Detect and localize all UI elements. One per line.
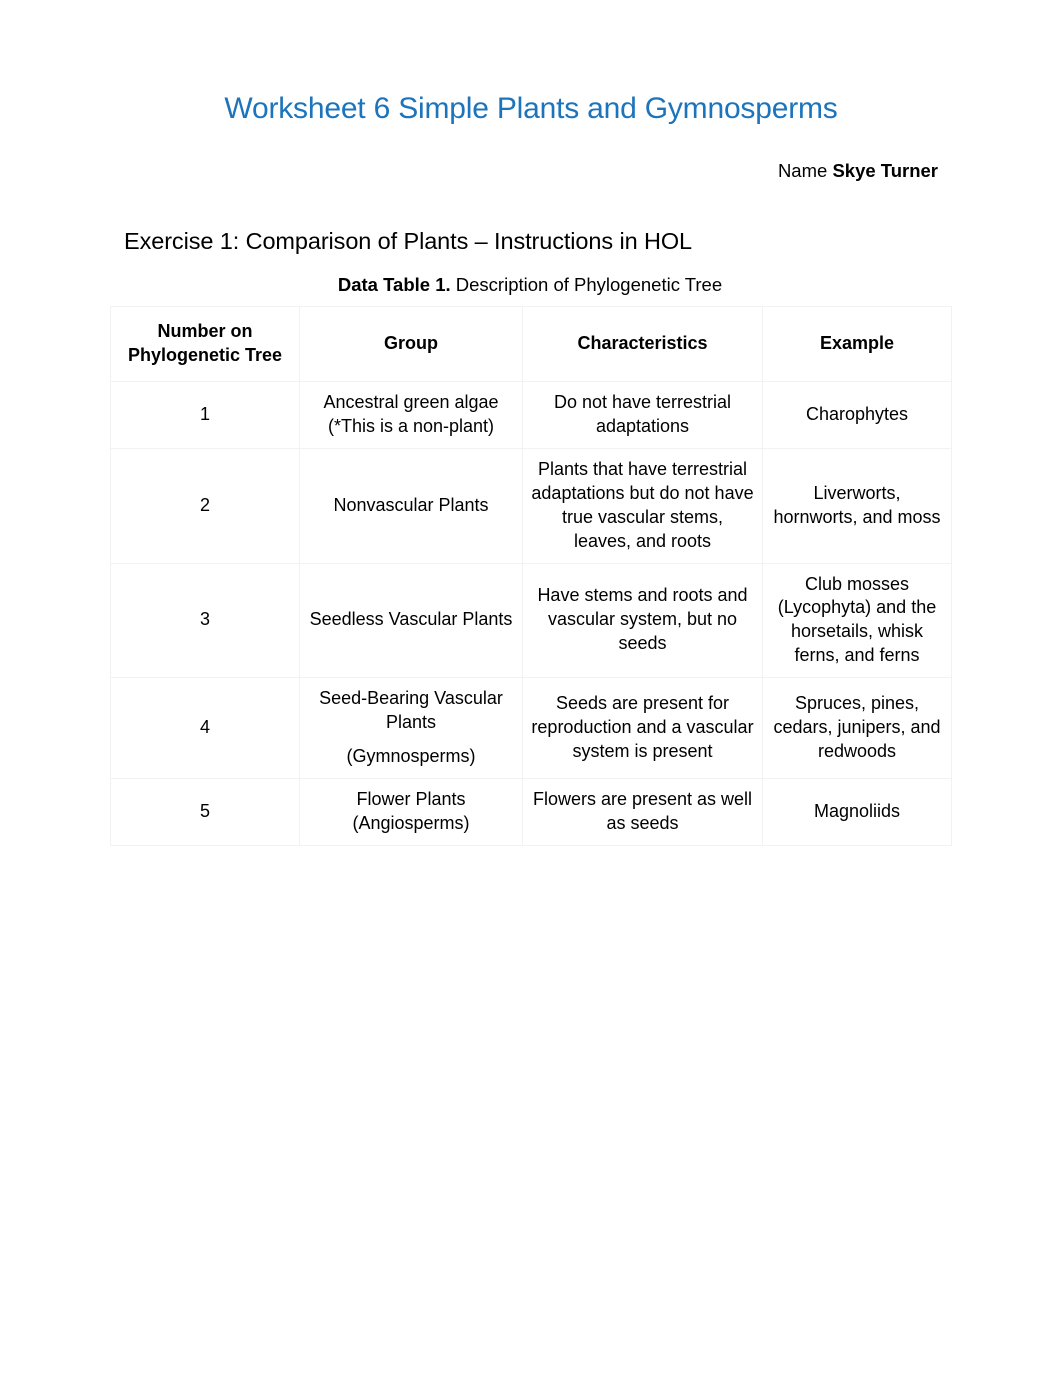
cell-number: 3 bbox=[110, 562, 300, 679]
cell-group-line1: Seed-Bearing Vascular Plants bbox=[319, 688, 503, 733]
cell-example: Club mosses (Lycophyta) and the horsetai… bbox=[762, 562, 952, 679]
table-row: 5 Flower Plants (Angiosperms) Flowers ar… bbox=[110, 778, 952, 846]
cell-example: Magnoliids bbox=[762, 778, 952, 846]
cell-group: Nonvascular Plants bbox=[299, 447, 523, 564]
cell-characteristics: Do not have terrestrial adaptations bbox=[522, 380, 763, 449]
cell-number: 2 bbox=[110, 447, 300, 564]
table-caption: Data Table 1. Description of Phylogeneti… bbox=[110, 274, 950, 296]
table-row: 4 Seed-Bearing Vascular Plants (Gymnospe… bbox=[110, 677, 952, 780]
cell-group-line1: Ancestral green algae bbox=[323, 391, 499, 412]
cell-group: Ancestral green algae (*This is a non-pl… bbox=[299, 380, 523, 449]
cell-group-line2: (Angiosperms) bbox=[352, 813, 470, 833]
cell-group-line1: Flower Plants bbox=[356, 789, 466, 810]
cell-example: Spruces, pines, cedars, junipers, and re… bbox=[762, 677, 952, 780]
cell-characteristics: Have stems and roots and vascular system… bbox=[522, 562, 763, 679]
table-row: 2 Nonvascular Plants Plants that have te… bbox=[110, 447, 952, 564]
document-page: Worksheet 6 Simple Plants and Gymnosperm… bbox=[0, 0, 1062, 1377]
column-header-group: Group bbox=[299, 306, 523, 382]
cell-example: Charophytes bbox=[762, 380, 952, 449]
table-body: 1 Ancestral green algae (*This is a non-… bbox=[110, 380, 952, 846]
table-caption-label: Data Table 1. bbox=[337, 274, 451, 295]
table-header-row: Number on Phylogenetic Tree Group Charac… bbox=[110, 306, 952, 382]
cell-group-line2: (Gymnosperms) bbox=[346, 746, 476, 767]
cell-number: 5 bbox=[110, 778, 300, 846]
cell-characteristics: Plants that have terrestrial adaptations… bbox=[522, 447, 763, 564]
cell-group: Seedless Vascular Plants bbox=[299, 562, 523, 679]
name-label: Name bbox=[777, 160, 833, 181]
exercise-heading: Exercise 1: Comparison of Plants – Instr… bbox=[124, 228, 692, 254]
table-row: 1 Ancestral green algae (*This is a non-… bbox=[110, 380, 952, 449]
data-table-1: Number on Phylogenetic Tree Group Charac… bbox=[110, 306, 952, 846]
column-header-example: Example bbox=[762, 306, 952, 382]
table-caption-description: Description of Phylogenetic Tree bbox=[450, 274, 723, 295]
student-name-line: Name Skye Turner bbox=[778, 160, 938, 182]
table-header: Number on Phylogenetic Tree Group Charac… bbox=[110, 306, 952, 382]
column-header-number-line1: Number on bbox=[157, 321, 253, 341]
cell-characteristics: Flowers are present as well as seeds bbox=[522, 778, 763, 846]
cell-number: 1 bbox=[110, 380, 300, 449]
cell-number: 4 bbox=[110, 677, 300, 780]
cell-characteristics: Seeds are present for reproduction and a… bbox=[522, 677, 763, 780]
column-header-number: Number on Phylogenetic Tree bbox=[110, 306, 300, 382]
page-title: Worksheet 6 Simple Plants and Gymnosperm… bbox=[224, 92, 838, 125]
data-table-1-container: Number on Phylogenetic Tree Group Charac… bbox=[110, 306, 952, 846]
cell-group-spacer bbox=[308, 735, 514, 745]
name-value: Skye Turner bbox=[832, 160, 938, 181]
cell-group-line2: (*This is a non-plant) bbox=[327, 415, 495, 436]
table-row: 3 Seedless Vascular Plants Have stems an… bbox=[110, 562, 952, 679]
column-header-characteristics: Characteristics bbox=[522, 306, 763, 382]
column-header-number-line2: Phylogenetic Tree bbox=[127, 344, 283, 365]
cell-example: Liverworts, hornworts, and moss bbox=[762, 447, 952, 564]
cell-group: Seed-Bearing Vascular Plants (Gymnosperm… bbox=[299, 677, 523, 780]
cell-group: Flower Plants (Angiosperms) bbox=[299, 778, 523, 846]
